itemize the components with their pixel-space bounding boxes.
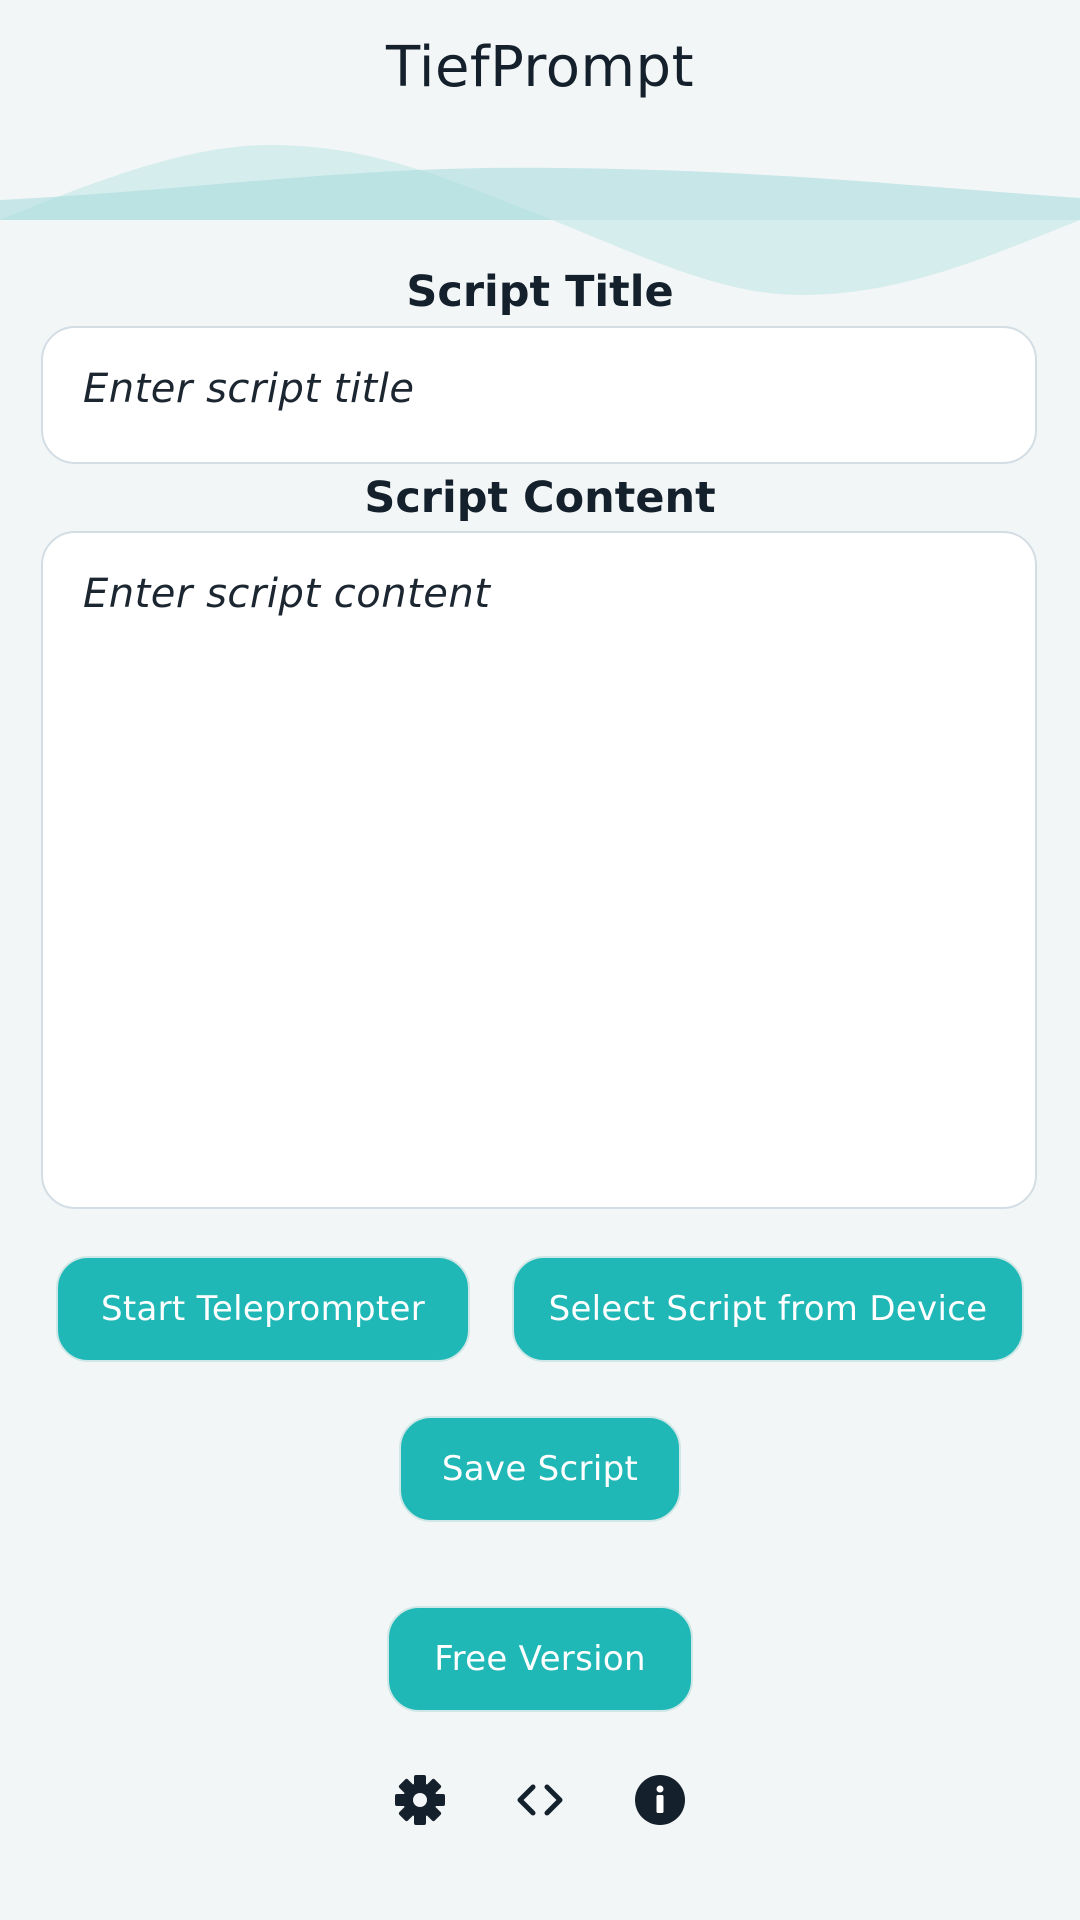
script-title-placeholder: Enter script title [83, 366, 415, 412]
start-teleprompter-button[interactable]: Start Teleprompter [56, 1256, 470, 1362]
script-title-input[interactable]: Enter script title [41, 326, 1037, 464]
app-screen: TiefPrompt Script Title Enter script tit… [0, 0, 1080, 1920]
info-icon [635, 1775, 685, 1825]
script-content-textarea[interactable]: Enter script content [41, 531, 1037, 1209]
app-title: TiefPrompt [385, 35, 695, 100]
free-version-button[interactable]: Free Version [387, 1606, 693, 1712]
save-script-button[interactable]: Save Script [399, 1416, 681, 1522]
info-button[interactable] [634, 1774, 686, 1826]
script-content-placeholder: Enter script content [83, 571, 491, 617]
select-script-button[interactable]: Select Script from Device [512, 1256, 1024, 1362]
script-title-label: Script Title [406, 267, 674, 317]
gear-icon [395, 1775, 445, 1825]
settings-button[interactable] [394, 1774, 446, 1826]
code-button[interactable] [514, 1774, 566, 1826]
script-content-label: Script Content [364, 473, 716, 523]
code-icon [517, 1784, 563, 1816]
